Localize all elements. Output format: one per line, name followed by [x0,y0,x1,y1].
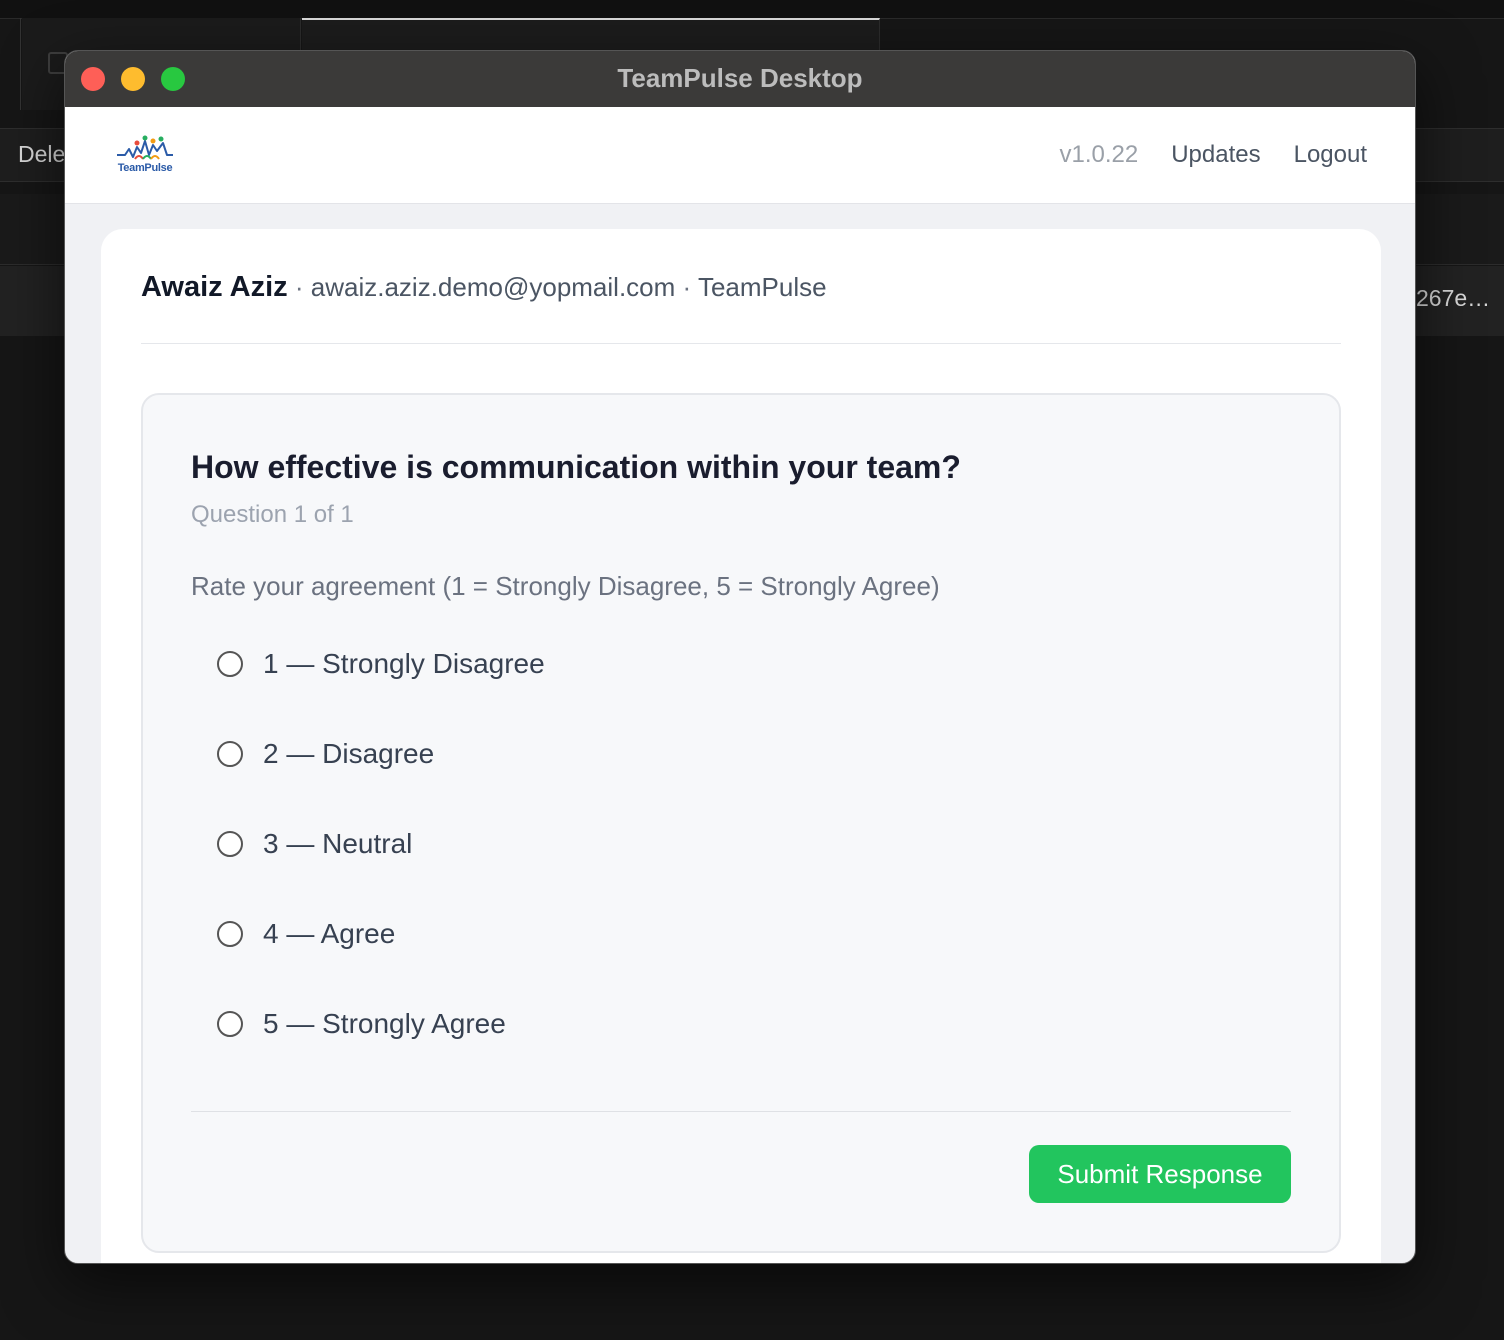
background-delete-label[interactable]: Dele [18,141,65,168]
app-window: TeamPulse Desktop TeamPulse v1.0.22 Upda… [64,50,1416,1264]
separator: · [287,272,311,302]
app-header: TeamPulse v1.0.22 Updates Logout [65,107,1415,204]
radio-button[interactable] [217,921,243,947]
background-row-id: 267e… [1416,285,1491,311]
user-info: Awaiz Aziz · awaiz.aziz.demo@yopmail.com… [141,271,827,304]
background-tab-strip [0,0,1504,19]
question-progress: Question 1 of 1 [191,501,354,528]
question-panel: How effective is communication within yo… [141,393,1341,1253]
pulse-logo-icon [117,135,173,160]
option-label[interactable]: 2 — Disagree [263,738,434,770]
radio-button[interactable] [217,651,243,677]
option-label[interactable]: 4 — Agree [263,918,395,950]
radio-button[interactable] [217,831,243,857]
rating-option-1[interactable]: 1 — Strongly Disagree [217,631,545,721]
rating-option-4[interactable]: 4 — Agree [217,901,545,991]
teampulse-logo: TeamPulse [115,133,175,179]
rating-option-2[interactable]: 2 — Disagree [217,721,545,811]
app-version: v1.0.22 [1059,141,1139,168]
user-email: awaiz.aziz.demo@yopmail.com [310,272,676,302]
background-tab[interactable] [0,18,21,110]
option-label[interactable]: 3 — Neutral [263,828,412,860]
title-bar[interactable]: TeamPulse Desktop [65,51,1415,108]
submit-response-button[interactable]: Submit Response [1029,1145,1291,1203]
option-label[interactable]: 1 — Strongly Disagree [263,648,545,680]
option-label[interactable]: 5 — Strongly Agree [263,1008,506,1040]
updates-link[interactable]: Updates [1171,141,1260,169]
separator: · [675,272,698,302]
survey-card: Awaiz Aziz · awaiz.aziz.demo@yopmail.com… [101,229,1381,1263]
logout-link[interactable]: Logout [1294,141,1367,169]
header-nav: v1.0.22 Updates Logout [1059,141,1367,169]
radio-button[interactable] [217,741,243,767]
logo-text: TeamPulse [117,162,173,174]
question-title: How effective is communication within yo… [191,449,961,485]
window-title: TeamPulse Desktop [617,63,863,93]
user-name: Awaiz Aziz [141,271,288,303]
divider [191,1111,1291,1112]
radio-button[interactable] [217,1011,243,1037]
rating-option-3[interactable]: 3 — Neutral [217,811,545,901]
divider [141,343,1341,344]
rating-options: 1 — Strongly Disagree 2 — Disagree 3 — N… [217,631,545,1081]
rating-option-5[interactable]: 5 — Strongly Agree [217,991,545,1081]
question-prompt: Rate your agreement (1 = Strongly Disagr… [191,571,940,601]
user-org: TeamPulse [697,272,827,302]
